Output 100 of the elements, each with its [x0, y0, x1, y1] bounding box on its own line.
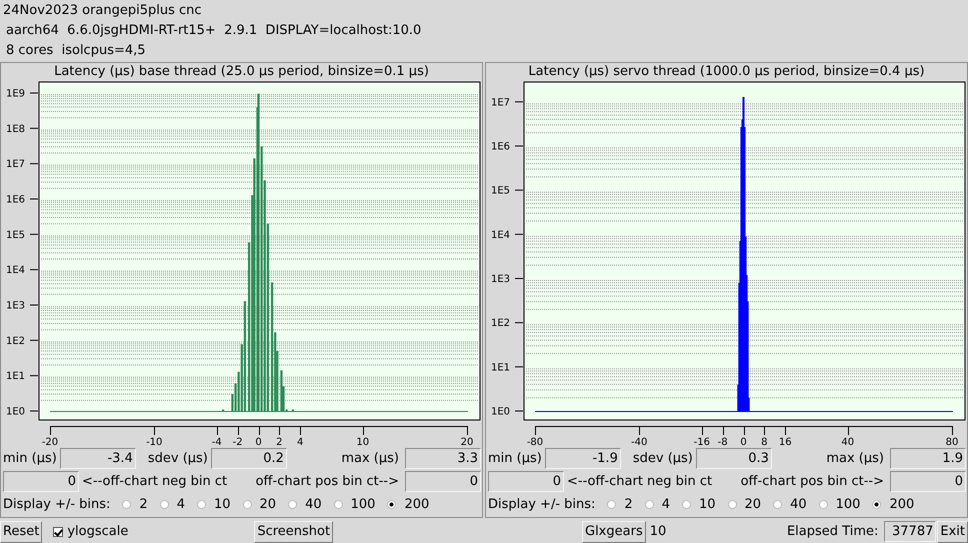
tick-mark	[514, 410, 524, 412]
tick-mark	[30, 92, 38, 94]
bins-label: Display +/- bins:	[3, 497, 110, 512]
glxgears-button[interactable]: Glxgears	[582, 520, 646, 542]
axis-label: 1E7	[491, 97, 510, 108]
stat-label: min (µs)	[488, 451, 542, 466]
bins-radio[interactable]: 40	[288, 497, 322, 512]
readout-field: 0.3	[696, 448, 772, 469]
readout-field: 3.3	[405, 448, 481, 469]
axis-label: 1E1	[6, 371, 26, 382]
axis-label: 1E3	[491, 274, 510, 285]
tick-mark	[30, 410, 38, 412]
axis-label: 1E5	[6, 230, 26, 241]
stat-label: sdev (µs)	[148, 451, 208, 466]
field-label: <--off-chart neg bin ct	[567, 474, 712, 489]
bins-radio[interactable]: 10	[682, 497, 716, 512]
axis-label: 1E0	[6, 406, 26, 418]
axis-label: 1E3	[6, 300, 26, 312]
axis-label: -10	[146, 437, 162, 447]
axis-label: -80	[526, 437, 544, 447]
reset-button[interactable]: Reset	[0, 520, 42, 542]
axis-label: 16	[778, 437, 792, 447]
tick-mark	[30, 269, 38, 270]
readout-field: 1.9	[890, 448, 966, 469]
info-text: aarch64 6.6.0jsgHDMI-RT-rt15+ 2.9.1 DISPLAY=localhost:10.0	[5, 22, 422, 40]
bins-radio[interactable]: 100	[334, 497, 376, 512]
axis-label: 40	[841, 437, 854, 447]
axis-label: 1E7	[6, 159, 26, 170]
elapsed-label: Elapsed Time:	[786, 524, 878, 539]
bins-radio[interactable]: 2	[122, 497, 148, 512]
axis-label: -8	[718, 437, 728, 447]
axis-label: -2	[232, 437, 243, 447]
axis-label: 1E4	[6, 265, 26, 276]
field-label: off-chart pos bin ct-->	[740, 474, 884, 489]
bins-radio[interactable]: 200	[387, 497, 430, 512]
axis-label: -40	[631, 437, 648, 447]
bins-radio[interactable]: 2	[607, 497, 633, 512]
axis-label: 1E0	[491, 406, 510, 418]
axis-label: 0	[740, 437, 747, 447]
axis-label: 1E2	[491, 318, 510, 330]
axis-label: 1E4	[491, 230, 510, 241]
axis-label: -4	[212, 437, 222, 447]
stat-label: max (µs)	[341, 451, 399, 466]
axis-label: 80	[946, 437, 958, 447]
axis-label: 10	[356, 437, 370, 447]
axis-label: -16	[694, 437, 710, 447]
bins-radio[interactable]: 20	[242, 497, 276, 512]
tick-mark	[30, 163, 38, 164]
elapsed-field: 37787	[884, 521, 936, 542]
tick-mark	[514, 234, 524, 235]
axis-label: 1E5	[491, 186, 510, 197]
bins-label: Display +/- bins:	[488, 497, 596, 512]
screenshot-button[interactable]: Screenshot	[254, 520, 334, 542]
tick-mark	[514, 366, 524, 368]
readout-field: 0.2	[210, 448, 287, 469]
stat-label: max (µs)	[826, 451, 884, 466]
tick-mark	[514, 278, 524, 279]
axis-label: 1E6	[491, 142, 510, 152]
tick-mark	[30, 198, 38, 200]
tick-mark	[30, 375, 38, 376]
bins-radio[interactable]: 40	[773, 497, 807, 512]
tick-mark	[30, 340, 38, 341]
axis-label: 1E6	[6, 194, 26, 206]
tick-mark	[30, 128, 38, 129]
bins-radio[interactable]: 20	[728, 497, 762, 512]
tick-mark	[514, 101, 524, 102]
tick-mark	[30, 304, 38, 306]
axis-label: 20	[460, 437, 474, 447]
chart-title: Latency (µs) servo thread (1000.0 µs period, binsize=0.4 µs)	[527, 63, 926, 81]
exit-button[interactable]: Exit	[937, 520, 968, 542]
axis-label: 4	[297, 437, 304, 447]
readout-field: 0	[890, 471, 966, 492]
chart-title: Latency (µs) base thread (25.0 µs period, binsize=0.1 µs)	[53, 63, 430, 81]
readout-field: 0	[405, 471, 481, 492]
tick-mark	[30, 234, 38, 235]
info-text: 8 cores isolcpus=4,5	[5, 42, 147, 60]
axis-label: -20	[42, 437, 58, 447]
bins-radio[interactable]: 4	[644, 497, 670, 512]
stat-label: sdev (µs)	[632, 451, 693, 466]
readout-field: 0	[3, 471, 79, 492]
axis-label: 8	[761, 437, 768, 447]
readout-field: 0	[488, 471, 564, 492]
field-label: off-chart pos bin ct-->	[256, 474, 399, 489]
ylogscale-checkbox[interactable]: ylogscale	[53, 524, 128, 539]
axis-label: 2	[276, 437, 283, 447]
axis-label: 1E2	[6, 336, 26, 347]
axis-label: 1E8	[6, 124, 26, 135]
tick-mark	[514, 190, 524, 191]
bins-radio[interactable]: 4	[160, 497, 185, 512]
stat-label: min (µs)	[3, 451, 57, 466]
tick-mark	[514, 322, 524, 324]
bins-radio[interactable]: 10	[196, 497, 231, 512]
readout-field: -3.4	[60, 448, 136, 469]
readout-field: -1.9	[544, 448, 621, 469]
bins-radio[interactable]: 200	[872, 497, 914, 512]
axis-label: 1E1	[491, 362, 510, 374]
info-text: 24Nov2023 orangepi5plus cnc	[2, 2, 203, 20]
bins-radio[interactable]: 100	[818, 497, 860, 512]
axis-label: 0	[255, 437, 262, 447]
count-text: 10	[650, 524, 666, 539]
